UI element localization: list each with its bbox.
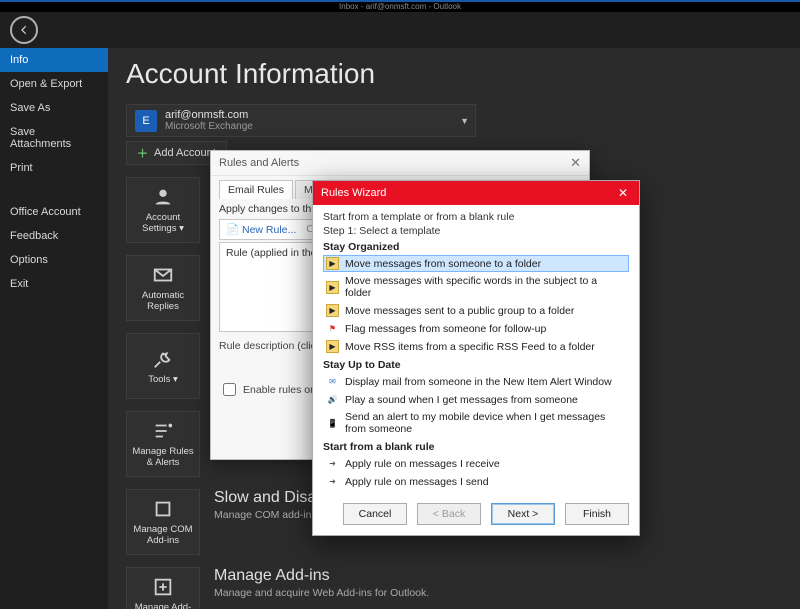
tile-label: Manage COM Add-ins: [131, 524, 195, 546]
folder-icon: ▶: [326, 257, 339, 270]
manage-addins-tile[interactable]: Manage Add-ins: [126, 567, 200, 609]
finish-button[interactable]: Finish: [565, 503, 629, 525]
template-move-rss[interactable]: ▶ Move RSS items from a specific RSS Feed…: [323, 338, 629, 355]
rules-wizard-dialog: Rules Wizard ✕ Start from a template or …: [312, 180, 640, 536]
sidebar-item-info[interactable]: Info: [0, 48, 108, 72]
tile-label: Automatic Replies: [131, 290, 195, 312]
tab-email-rules[interactable]: Email Rules: [219, 180, 293, 199]
template-move-public-group[interactable]: ▶ Move messages sent to a public group to…: [323, 302, 629, 319]
enable-all-checkbox[interactable]: [223, 383, 236, 396]
back-button[interactable]: [10, 16, 38, 44]
template-play-sound[interactable]: 🔊 Play a sound when I get messages from s…: [323, 391, 629, 408]
mail-icon: ✉: [326, 375, 339, 388]
back-bar: [0, 12, 800, 48]
addin-icon: [152, 576, 174, 598]
rules-icon: [152, 420, 174, 442]
account-selector[interactable]: E arif@onmsft.com Microsoft Exchange ▼: [126, 104, 476, 137]
arrow-icon: ➜: [326, 475, 339, 488]
tile-label: Account Settings ▾: [131, 212, 195, 234]
next-button[interactable]: Next >: [491, 503, 555, 525]
automatic-replies-tile[interactable]: Automatic Replies: [126, 255, 200, 321]
sidebar-item-open-export[interactable]: Open & Export: [0, 72, 108, 96]
block-heading: Manage Add-ins: [214, 567, 429, 585]
new-rule-button[interactable]: 📄 New Rule...: [226, 223, 296, 236]
sidebar-item-options[interactable]: Options: [0, 248, 108, 272]
template-move-from-someone[interactable]: ▶ Move messages from someone to a folder: [323, 255, 629, 272]
puzzle-icon: [152, 498, 174, 520]
option-label: Move messages with specific words in the…: [345, 275, 626, 299]
template-flag-followup[interactable]: ⚑ Flag messages from someone for follow-u…: [323, 320, 629, 337]
back-button[interactable]: < Back: [417, 503, 481, 525]
sidebar-item-save-attachments[interactable]: Save Attachments: [0, 120, 108, 156]
window-titlebar: Inbox - arif@onmsft.com - Outlook: [0, 0, 800, 12]
wizard-title: Rules Wizard: [321, 187, 386, 199]
cancel-button[interactable]: Cancel: [343, 503, 407, 525]
option-label: Move RSS items from a specific RSS Feed …: [345, 341, 595, 353]
template-display-alert[interactable]: ✉ Display mail from someone in the New It…: [323, 373, 629, 390]
group-stay-up-to-date: Stay Up to Date: [323, 359, 629, 371]
option-label: Flag messages from someone for follow-up: [345, 323, 546, 335]
option-label: Move messages sent to a public group to …: [345, 305, 574, 317]
arrow-left-icon: [17, 23, 31, 37]
folder-icon: ▶: [326, 281, 339, 294]
account-settings-tile[interactable]: Account Settings ▾: [126, 177, 200, 243]
manage-rules-tile[interactable]: Manage Rules & Alerts: [126, 411, 200, 477]
exchange-icon: E: [135, 110, 157, 132]
tools-tile[interactable]: Tools ▾: [126, 333, 200, 399]
phone-icon: 📱: [326, 417, 339, 430]
group-blank-rule: Start from a blank rule: [323, 441, 629, 453]
option-label: Move messages from someone to a folder: [345, 258, 541, 270]
group-stay-organized: Stay Organized: [323, 241, 629, 253]
flag-icon: ⚑: [326, 322, 339, 335]
account-type: Microsoft Exchange: [165, 121, 253, 132]
tools-icon: [152, 348, 174, 370]
add-account-label: Add Account: [154, 147, 216, 159]
close-icon[interactable]: ✕: [570, 155, 581, 171]
template-move-subject-words[interactable]: ▶ Move messages with specific words in th…: [323, 273, 629, 301]
sidebar-item-save-as[interactable]: Save As: [0, 96, 108, 120]
page-title: Account Information: [126, 58, 782, 90]
template-mobile-alert[interactable]: 📱 Send an alert to my mobile device when …: [323, 409, 629, 437]
arrow-icon: ➜: [326, 457, 339, 470]
tile-label: Manage Add-ins: [131, 602, 195, 609]
account-email: arif@onmsft.com: [165, 109, 253, 121]
envelope-icon: [152, 264, 174, 286]
dialog-title: Rules and Alerts: [219, 157, 299, 169]
sound-icon: 🔊: [326, 393, 339, 406]
sidebar-item-feedback[interactable]: Feedback: [0, 224, 108, 248]
sidebar-item-print[interactable]: Print: [0, 156, 108, 180]
option-label: Send an alert to my mobile device when I…: [345, 411, 626, 435]
chevron-down-icon: ▼: [460, 116, 469, 126]
sidebar-item-exit[interactable]: Exit: [0, 272, 108, 296]
option-label: Display mail from someone in the New Ite…: [345, 376, 612, 388]
sidebar-item-office-account[interactable]: Office Account: [0, 200, 108, 224]
block-sub: Manage and acquire Web Add-ins for Outlo…: [214, 587, 429, 599]
wizard-intro: Start from a template or from a blank ru…: [323, 211, 629, 223]
plus-icon: ＋: [137, 145, 148, 161]
template-blank-receive[interactable]: ➜ Apply rule on messages I receive: [323, 455, 629, 472]
close-icon[interactable]: ✕: [615, 185, 631, 201]
manage-com-addins-tile[interactable]: Manage COM Add-ins: [126, 489, 200, 555]
tile-label: Tools ▾: [148, 374, 178, 385]
file-menu-sidebar: Info Open & Export Save As Save Attachme…: [0, 48, 108, 609]
folder-icon: ▶: [326, 304, 339, 317]
option-label: Apply rule on messages I receive: [345, 458, 500, 470]
template-blank-send[interactable]: ➜ Apply rule on messages I send: [323, 473, 629, 490]
folder-icon: ▶: [326, 340, 339, 353]
tile-label: Manage Rules & Alerts: [131, 446, 195, 468]
option-label: Play a sound when I get messages from so…: [345, 394, 578, 406]
user-gear-icon: [152, 186, 174, 208]
wizard-step1-label: Step 1: Select a template: [323, 225, 629, 237]
option-label: Apply rule on messages I send: [345, 476, 489, 488]
